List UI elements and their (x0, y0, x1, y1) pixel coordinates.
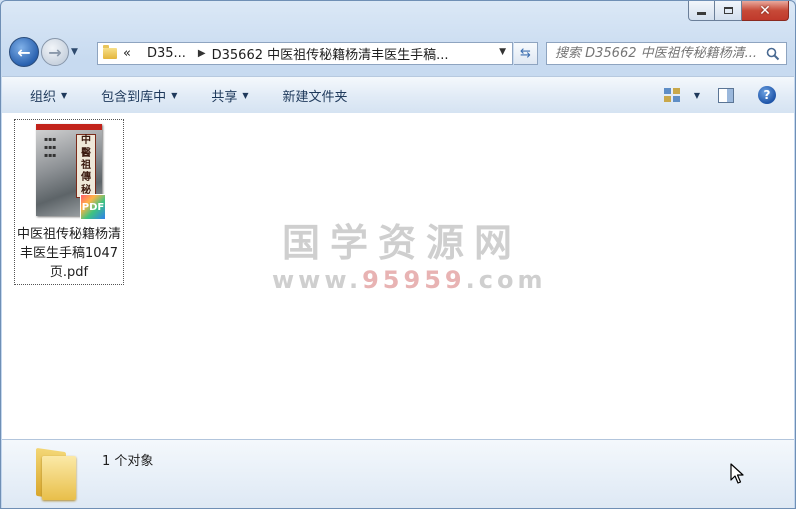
arrow-left-icon: ← (17, 42, 31, 62)
view-dropdown-icon[interactable]: ▼ (694, 91, 700, 100)
chevron-down-icon: ▼ (71, 47, 78, 57)
folder-icon (36, 447, 78, 501)
chevron-down-icon: ▼ (242, 90, 249, 100)
folder-icon (103, 45, 117, 59)
pdf-thumbnail: ▪▪▪ ▪▪▪ ▪▪▪ 中 醫 祖 傳 秘 PDF (36, 124, 106, 220)
minimize-icon (697, 12, 706, 15)
change-view-icon[interactable] (663, 88, 680, 102)
back-button[interactable]: ← (9, 37, 39, 67)
maximize-icon (723, 7, 733, 14)
caption-buttons: ✕ (688, 1, 789, 21)
share-label: 共享 (211, 89, 238, 105)
chevron-down-icon: ▼ (61, 90, 68, 100)
minimize-button[interactable] (688, 1, 715, 21)
breadcrumb-item-current[interactable]: D35662 中医祖传秘籍杨清丰医生手稿... (212, 44, 449, 63)
close-icon: ✕ (759, 2, 771, 19)
share-menu[interactable]: 共享 ▼ (201, 82, 258, 108)
search-icon[interactable] (766, 47, 780, 61)
watermark: 国学资源网 www.95959.com (272, 221, 547, 295)
forward-button[interactable]: → (41, 38, 69, 66)
view-controls: ▼ ? (663, 77, 794, 113)
explorer-window: ✕ ← → ▼ « D35... ▶ D35662 中医祖传秘籍杨清丰医生手稿.… (0, 0, 796, 509)
breadcrumb-overflow[interactable]: « (123, 46, 131, 61)
refresh-button[interactable]: ⇆ (514, 42, 538, 65)
file-name: 中医祖传秘籍杨清丰医生手稿1047页.pdf (17, 227, 122, 280)
new-folder-label: 新建文件夹 (282, 89, 348, 105)
preview-pane-icon[interactable] (718, 87, 734, 103)
item-count: 1 个对象 (102, 454, 154, 469)
pdf-icon: PDF (80, 194, 106, 220)
close-button[interactable]: ✕ (742, 1, 789, 21)
include-in-library-label: 包含到库中 (101, 89, 167, 105)
include-in-library-menu[interactable]: 包含到库中 ▼ (91, 82, 187, 108)
file-list[interactable]: ▪▪▪ ▪▪▪ ▪▪▪ 中 醫 祖 傳 秘 PDF 中医祖传秘籍杨清丰医生手稿104… (2, 113, 794, 439)
organize-label: 组织 (30, 89, 57, 105)
address-bar[interactable]: « D35... ▶ D35662 中医祖传秘籍杨清丰医生手稿... ▼ (97, 42, 513, 65)
search-input[interactable] (555, 46, 767, 61)
recent-pages-dropdown[interactable]: ▼ (71, 47, 80, 57)
file-item[interactable]: ▪▪▪ ▪▪▪ ▪▪▪ 中 醫 祖 傳 秘 PDF 中医祖传秘籍杨清丰医生手稿104… (14, 119, 124, 285)
watermark-title: 国学资源网 (281, 221, 522, 265)
address-dropdown-icon[interactable]: ▼ (499, 47, 506, 57)
navigation-buttons: ← → ▼ (9, 37, 80, 67)
details-pane: 1 个对象 (2, 439, 794, 508)
refresh-icon: ⇆ (520, 46, 531, 61)
chevron-down-icon: ▼ (171, 90, 178, 100)
organize-menu[interactable]: 组织 ▼ (20, 82, 77, 108)
command-bar: 组织 ▼ 包含到库中 ▼ 共享 ▼ 新建文件夹 ▼ ? (2, 76, 794, 114)
chevron-right-icon[interactable]: ▶ (198, 48, 206, 59)
arrow-right-icon: → (48, 42, 62, 62)
breadcrumb-item-parent[interactable]: D35... (147, 46, 186, 61)
search-box[interactable] (546, 42, 787, 65)
new-folder-button[interactable]: 新建文件夹 (273, 82, 358, 108)
maximize-button[interactable] (715, 1, 742, 21)
watermark-url: www.95959.com (272, 266, 547, 294)
book-title-band: 中 醫 祖 傳 秘 (76, 134, 96, 198)
mouse-cursor-icon (730, 463, 744, 484)
help-icon[interactable]: ? (758, 86, 776, 104)
